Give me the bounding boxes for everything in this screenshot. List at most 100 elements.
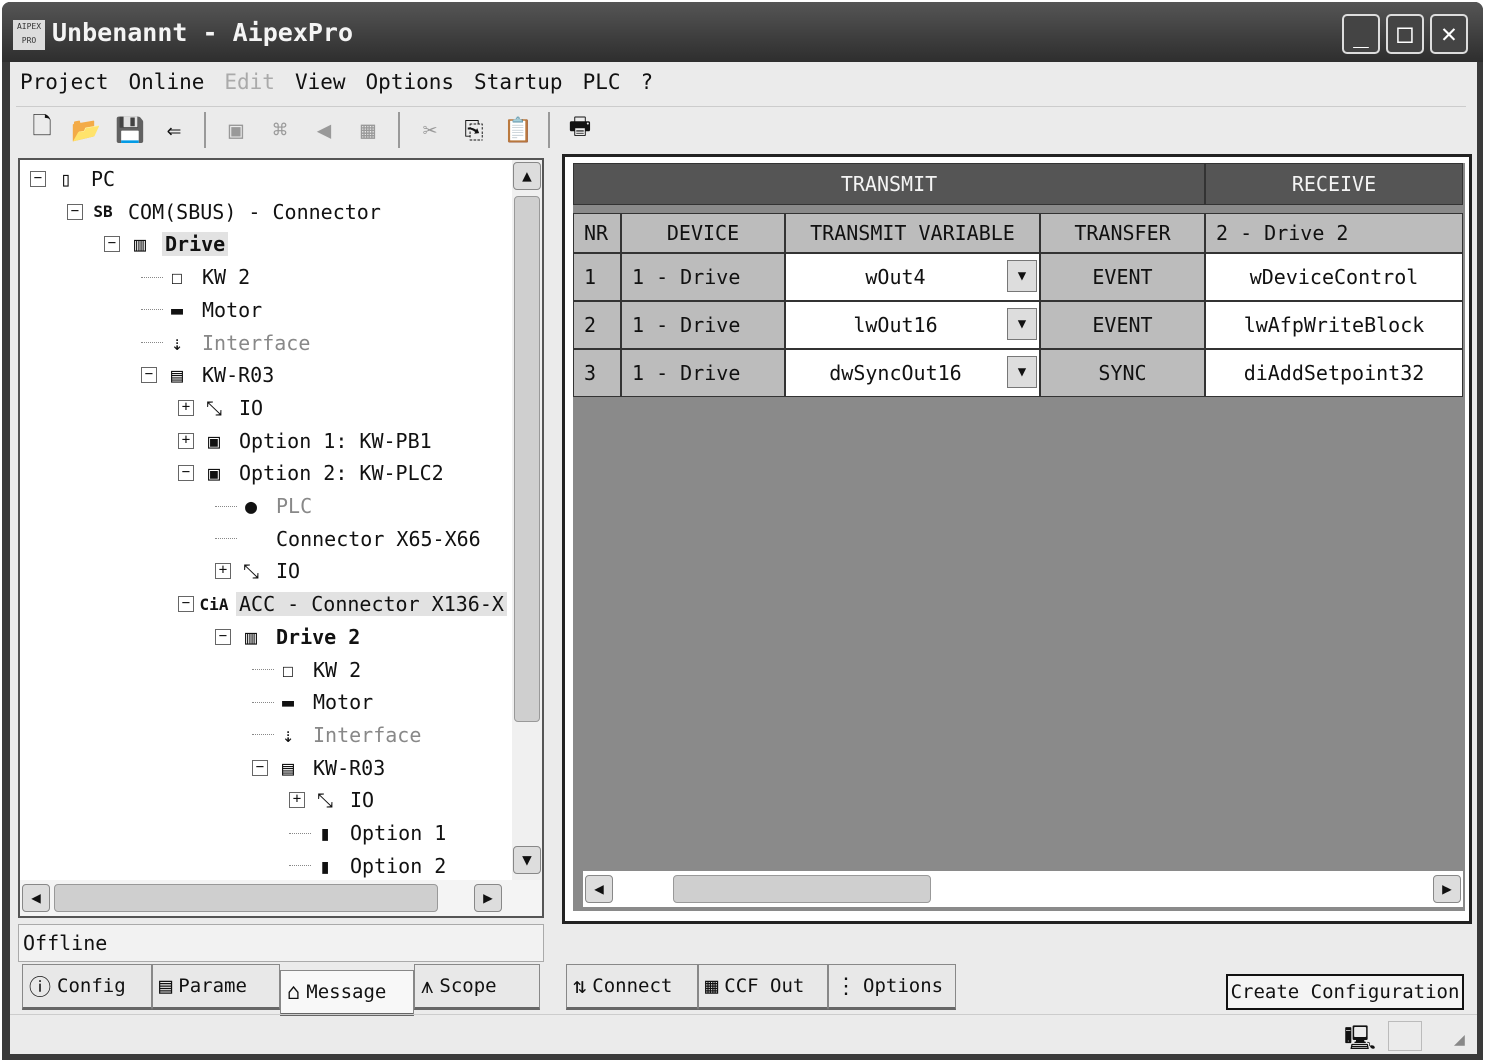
tab-options[interactable]: ⋮ Options	[828, 964, 956, 1010]
scroll-up-button[interactable]: ▲	[513, 162, 541, 190]
tab-message[interactable]: ⌂ Message	[280, 970, 414, 1016]
back-icon[interactable]: ◀	[308, 114, 340, 146]
scroll-down-button[interactable]: ▼	[513, 846, 541, 874]
dropdown-arrow-icon[interactable]: ▼	[1007, 260, 1037, 292]
collapse-icon[interactable]: −	[178, 596, 194, 613]
tree-item[interactable]: ▬ Motor	[141, 295, 265, 325]
maximize-button[interactable]: □	[1386, 14, 1424, 54]
paste-icon[interactable]: 📋	[502, 114, 534, 146]
tab-config[interactable]: ⓘ Config	[22, 964, 152, 1010]
scroll-right-button[interactable]: ▶	[474, 884, 502, 912]
tree-item[interactable]: + ⤡ IO	[178, 393, 266, 423]
collapse-icon[interactable]: −	[215, 628, 231, 645]
scroll-left-button[interactable]: ◀	[22, 884, 50, 912]
tree-item[interactable]: ▬ Motor	[252, 687, 376, 717]
scroll-thumb[interactable]	[514, 196, 540, 722]
scroll-right-button[interactable]: ▶	[1433, 875, 1461, 903]
tree-item[interactable]: ☐ KW 2	[252, 655, 364, 685]
import-icon[interactable]: ⇐	[158, 114, 190, 146]
tree-node-icon: ▯	[59, 167, 73, 191]
tab-connect[interactable]: ⇅ Connect	[566, 964, 698, 1010]
tree-item[interactable]: ▮ Option 1	[289, 818, 449, 848]
collapse-icon[interactable]: −	[30, 171, 46, 187]
network-icon[interactable]: ⌘	[264, 114, 296, 146]
menu-help[interactable]: ?	[631, 66, 664, 104]
transfer-cell: EVENT	[1040, 301, 1205, 349]
tree-item[interactable]: − ▤ KW-R03	[141, 360, 277, 390]
tree-item[interactable]: ⇣ Interface	[252, 720, 424, 750]
scroll-thumb[interactable]	[673, 875, 931, 903]
transmit-variable-cell[interactable]: lwOut16 ▼	[785, 301, 1040, 349]
device-cell: 1 - Drive	[621, 301, 785, 349]
scroll-thumb[interactable]	[54, 884, 438, 912]
expand-icon[interactable]: +	[289, 792, 305, 809]
collapse-icon[interactable]: −	[67, 203, 83, 220]
collapse-icon[interactable]: −	[178, 465, 194, 482]
transmit-variable-cell[interactable]: wOut4 ▼	[785, 253, 1040, 301]
tree-item[interactable]: ⇣ Interface	[141, 328, 313, 358]
tree-node-icon: ☐	[170, 265, 184, 290]
tree-item[interactable]: + ▣ Option 1: KW-PB1	[178, 426, 435, 456]
device-icon[interactable]: ▣	[220, 114, 252, 146]
tree-item[interactable]: − ▣ Option 2: KW-PLC2	[178, 458, 447, 488]
receive-variable-cell[interactable]: wDeviceControl	[1205, 253, 1463, 301]
tree-horizontal-scrollbar[interactable]: ◀ ▶	[20, 880, 542, 916]
menu-startup[interactable]: Startup	[464, 66, 573, 104]
device-cell: 1 - Drive	[621, 349, 785, 397]
tree-item[interactable]: − ▯ PC	[30, 164, 118, 194]
tree-item-label: IO	[276, 559, 301, 584]
row-number: 1	[573, 253, 621, 301]
dropdown-arrow-icon[interactable]: ▼	[1007, 308, 1037, 340]
receive-variable-cell[interactable]: lwAfpWriteBlock	[1205, 301, 1463, 349]
transmit-variable-cell[interactable]: dwSyncOut16 ▼	[785, 349, 1040, 397]
new-icon[interactable]: 🗋	[26, 112, 58, 146]
menu-view[interactable]: View	[285, 66, 356, 104]
tree-item[interactable]: + ⤡ IO	[289, 785, 377, 815]
create-configuration-button[interactable]: Create Configuration	[1226, 974, 1464, 1010]
tree-item-label: ACC - Connector X136-X	[236, 592, 507, 617]
collapse-icon[interactable]: −	[141, 367, 157, 384]
menu-online[interactable]: Online	[119, 66, 215, 104]
copy-icon[interactable]: ⎘	[458, 114, 490, 146]
tab-scope[interactable]: ⩚ Scope	[414, 964, 540, 1010]
column-header: DEVICE	[621, 213, 785, 253]
tree-item[interactable]: ● PLC	[215, 491, 315, 521]
tree-item[interactable]: ▮ Option 2	[289, 851, 449, 881]
close-button[interactable]: ✕	[1430, 14, 1468, 54]
calculator-icon[interactable]: ▦	[352, 114, 384, 146]
tree-connector	[289, 865, 311, 867]
tree-vertical-scrollbar[interactable]: ▲ ▼	[512, 160, 542, 880]
column-header: TRANSMIT VARIABLE	[785, 213, 1040, 253]
menu-edit[interactable]: Edit	[214, 66, 285, 104]
tree-item[interactable]: − ▥ Drive 2	[215, 622, 363, 652]
receive-variable-cell[interactable]: diAddSetpoint32	[1205, 349, 1463, 397]
tree-item[interactable]: ☐ KW 2	[141, 262, 253, 292]
resize-grip-icon[interactable]: ◢	[1454, 1029, 1465, 1050]
collapse-icon[interactable]: −	[252, 759, 268, 776]
minimize-button[interactable]: _	[1342, 14, 1380, 54]
tree-item[interactable]: − CiA ACC - Connector X136-X	[178, 589, 507, 619]
tab-parame[interactable]: ▤ Parame	[152, 964, 280, 1010]
tree-item[interactable]: − ▥ Drive	[104, 229, 229, 259]
save-icon[interactable]: 💾	[114, 114, 146, 146]
tree-node-icon: ▥	[244, 624, 258, 649]
tree-item[interactable]: + ⤡ IO	[215, 556, 303, 586]
grid-horizontal-scrollbar[interactable]: ◀ ▶	[583, 871, 1463, 907]
menu-plc[interactable]: PLC	[573, 66, 631, 104]
tree-item[interactable]: − ▤ KW-R03	[252, 753, 388, 783]
left-tabs: ⓘ Config ▤ Parame ⌂ Message ⩚ Scope	[22, 964, 540, 1016]
collapse-icon[interactable]: −	[104, 236, 120, 253]
scroll-left-button[interactable]: ◀	[585, 875, 613, 903]
tab-ccf-out[interactable]: ▦ CCF Out	[698, 964, 828, 1010]
expand-icon[interactable]: +	[178, 399, 194, 416]
menu-project[interactable]: Project	[10, 66, 119, 104]
open-icon[interactable]: 📂	[70, 114, 102, 146]
expand-icon[interactable]: +	[178, 432, 194, 449]
expand-icon[interactable]: +	[215, 563, 231, 580]
tree-item[interactable]: Connector X65-X66	[215, 524, 484, 554]
menu-options[interactable]: Options	[356, 66, 465, 104]
tree-item[interactable]: − SB COM(SBUS) - Connector	[67, 197, 384, 227]
dropdown-arrow-icon[interactable]: ▼	[1007, 356, 1037, 388]
print-icon[interactable]: 🖶	[564, 112, 596, 146]
cut-icon[interactable]: ✂	[414, 114, 446, 146]
